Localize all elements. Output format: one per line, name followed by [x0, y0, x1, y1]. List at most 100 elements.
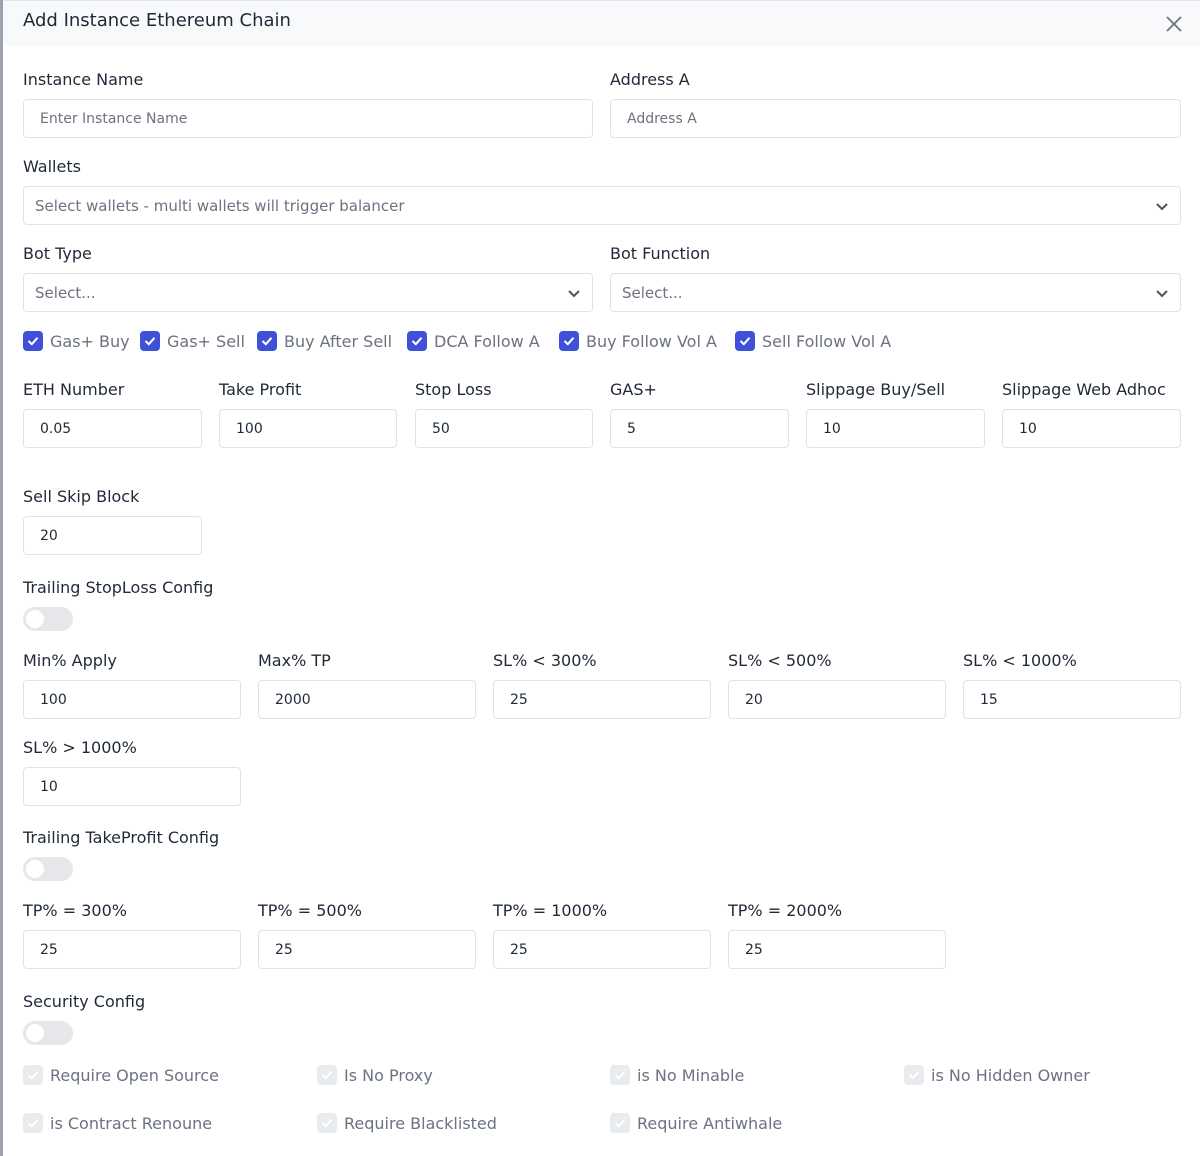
check-icon — [563, 337, 575, 346]
checkbox-label: Gas+ Sell — [167, 331, 245, 351]
bot-function-placeholder: Select... — [622, 284, 683, 302]
take-profit-input[interactable] — [219, 409, 397, 448]
chevron-down-icon — [1156, 290, 1168, 298]
tp-1000-input[interactable] — [493, 930, 711, 969]
checkbox-box[interactable] — [140, 331, 160, 351]
modal-left-edge — [0, 0, 3, 1156]
wallets-select[interactable]: Select wallets - multi wallets will trig… — [23, 186, 1181, 225]
checkbox-box — [610, 1065, 630, 1085]
check-icon — [261, 337, 273, 346]
check-icon — [321, 1119, 333, 1128]
tp-1000-label: TP% = 1000% — [493, 901, 608, 920]
toggle-knob — [26, 1024, 44, 1042]
stop-loss-input[interactable] — [415, 409, 593, 448]
min-apply-label: Min% Apply — [23, 651, 117, 670]
eth-number-input[interactable] — [23, 409, 202, 448]
checkbox-dca-follow-a[interactable]: DCA Follow A — [407, 331, 540, 351]
check-icon — [614, 1071, 626, 1080]
sl-500-input[interactable] — [728, 680, 946, 719]
checkbox-buy-after-sell[interactable]: Buy After Sell — [257, 331, 392, 351]
max-tp-input[interactable] — [258, 680, 476, 719]
check-icon — [144, 337, 156, 346]
checkbox-box — [610, 1113, 630, 1133]
sl-500-label: SL% < 500% — [728, 651, 832, 670]
security-config-toggle[interactable] — [23, 1021, 73, 1045]
eth-number-label: ETH Number — [23, 380, 125, 399]
checkbox-label: is No Minable — [637, 1065, 745, 1085]
checkbox-box[interactable] — [23, 331, 43, 351]
tp-500-label: TP% = 500% — [258, 901, 362, 920]
sl-over-1000-input[interactable] — [23, 767, 241, 806]
sl-1000-label: SL% < 1000% — [963, 651, 1077, 670]
checkbox-box — [317, 1065, 337, 1085]
check-icon — [27, 337, 39, 346]
checkbox-is-contract-renoune: is Contract Renoune — [23, 1113, 212, 1133]
trailing-takeprofit-toggle[interactable] — [23, 857, 73, 881]
checkbox-box[interactable] — [257, 331, 277, 351]
bot-function-select[interactable]: Select... — [610, 273, 1181, 312]
checkbox-is-no-minable: is No Minable — [610, 1065, 744, 1085]
tp-300-input[interactable] — [23, 930, 241, 969]
sl-300-input[interactable] — [493, 680, 711, 719]
close-icon[interactable] — [1163, 13, 1185, 35]
checkbox-require-open-source: Require Open Source — [23, 1065, 219, 1085]
take-profit-label: Take Profit — [219, 380, 302, 399]
address-a-input[interactable] — [610, 99, 1181, 138]
sell-skip-block-label: Sell Skip Block — [23, 487, 140, 506]
toggle-knob — [26, 860, 44, 878]
checkbox-label: Require Blacklisted — [344, 1113, 497, 1133]
checkbox-gas-buy[interactable]: Gas+ Buy — [23, 331, 130, 351]
gas-plus-label: GAS+ — [610, 380, 657, 399]
checkbox-gas-sell[interactable]: Gas+ Sell — [140, 331, 245, 351]
sell-skip-block-input[interactable] — [23, 516, 202, 555]
checkbox-box[interactable] — [735, 331, 755, 351]
checkbox-box[interactable] — [559, 331, 579, 351]
tp-500-input[interactable] — [258, 930, 476, 969]
check-icon — [614, 1119, 626, 1128]
slippage-buy-sell-label: Slippage Buy/Sell — [806, 380, 946, 399]
checkbox-label: DCA Follow A — [434, 331, 540, 351]
checkbox-require-antiwhale: Require Antiwhale — [610, 1113, 782, 1133]
chevron-down-icon — [1156, 203, 1168, 211]
checkbox-box — [904, 1065, 924, 1085]
instance-name-input[interactable] — [23, 99, 593, 138]
check-icon — [411, 337, 423, 346]
checkbox-buy-follow-vol-a[interactable]: Buy Follow Vol A — [559, 331, 717, 351]
slippage-web-adhoc-label: Slippage Web Adhoc — [1002, 380, 1166, 399]
wallets-label: Wallets — [23, 157, 81, 176]
min-apply-input[interactable] — [23, 680, 241, 719]
checkbox-label: Require Open Source — [50, 1065, 219, 1085]
tp-2000-label: TP% = 2000% — [728, 901, 843, 920]
checkbox-is-no-proxy: Is No Proxy — [317, 1065, 433, 1085]
slippage-buy-sell-input[interactable] — [806, 409, 985, 448]
address-a-label: Address A — [610, 70, 690, 89]
checkbox-label: Sell Follow Vol A — [762, 331, 892, 351]
check-icon — [908, 1071, 920, 1080]
checkbox-label: Gas+ Buy — [50, 331, 130, 351]
bot-type-select[interactable]: Select... — [23, 273, 593, 312]
checkbox-box[interactable] — [407, 331, 427, 351]
checkbox-box — [317, 1113, 337, 1133]
checkbox-box — [23, 1065, 43, 1085]
toggle-knob — [26, 610, 44, 628]
checkbox-label: Require Antiwhale — [637, 1113, 783, 1133]
checkbox-label: is Contract Renoune — [50, 1113, 213, 1133]
modal-title: Add Instance Ethereum Chain — [23, 10, 291, 31]
bot-function-label: Bot Function — [610, 244, 711, 263]
check-icon — [27, 1071, 39, 1080]
check-icon — [27, 1119, 39, 1128]
slippage-web-adhoc-input[interactable] — [1002, 409, 1181, 448]
checkbox-label: is No Hidden Owner — [931, 1065, 1090, 1085]
gas-plus-input[interactable] — [610, 409, 789, 448]
checkbox-label: Buy After Sell — [284, 331, 393, 351]
checkbox-box — [23, 1113, 43, 1133]
sl-1000-input[interactable] — [963, 680, 1181, 719]
checkbox-sell-follow-vol-a[interactable]: Sell Follow Vol A — [735, 331, 891, 351]
checkbox-is-no-hidden-owner: is No Hidden Owner — [904, 1065, 1090, 1085]
check-icon — [321, 1071, 333, 1080]
tp-2000-input[interactable] — [728, 930, 946, 969]
chevron-down-icon — [568, 290, 580, 298]
trailing-stoploss-toggle[interactable] — [23, 607, 73, 631]
modal-header: Add Instance Ethereum Chain — [3, 0, 1200, 46]
check-icon — [739, 337, 751, 346]
